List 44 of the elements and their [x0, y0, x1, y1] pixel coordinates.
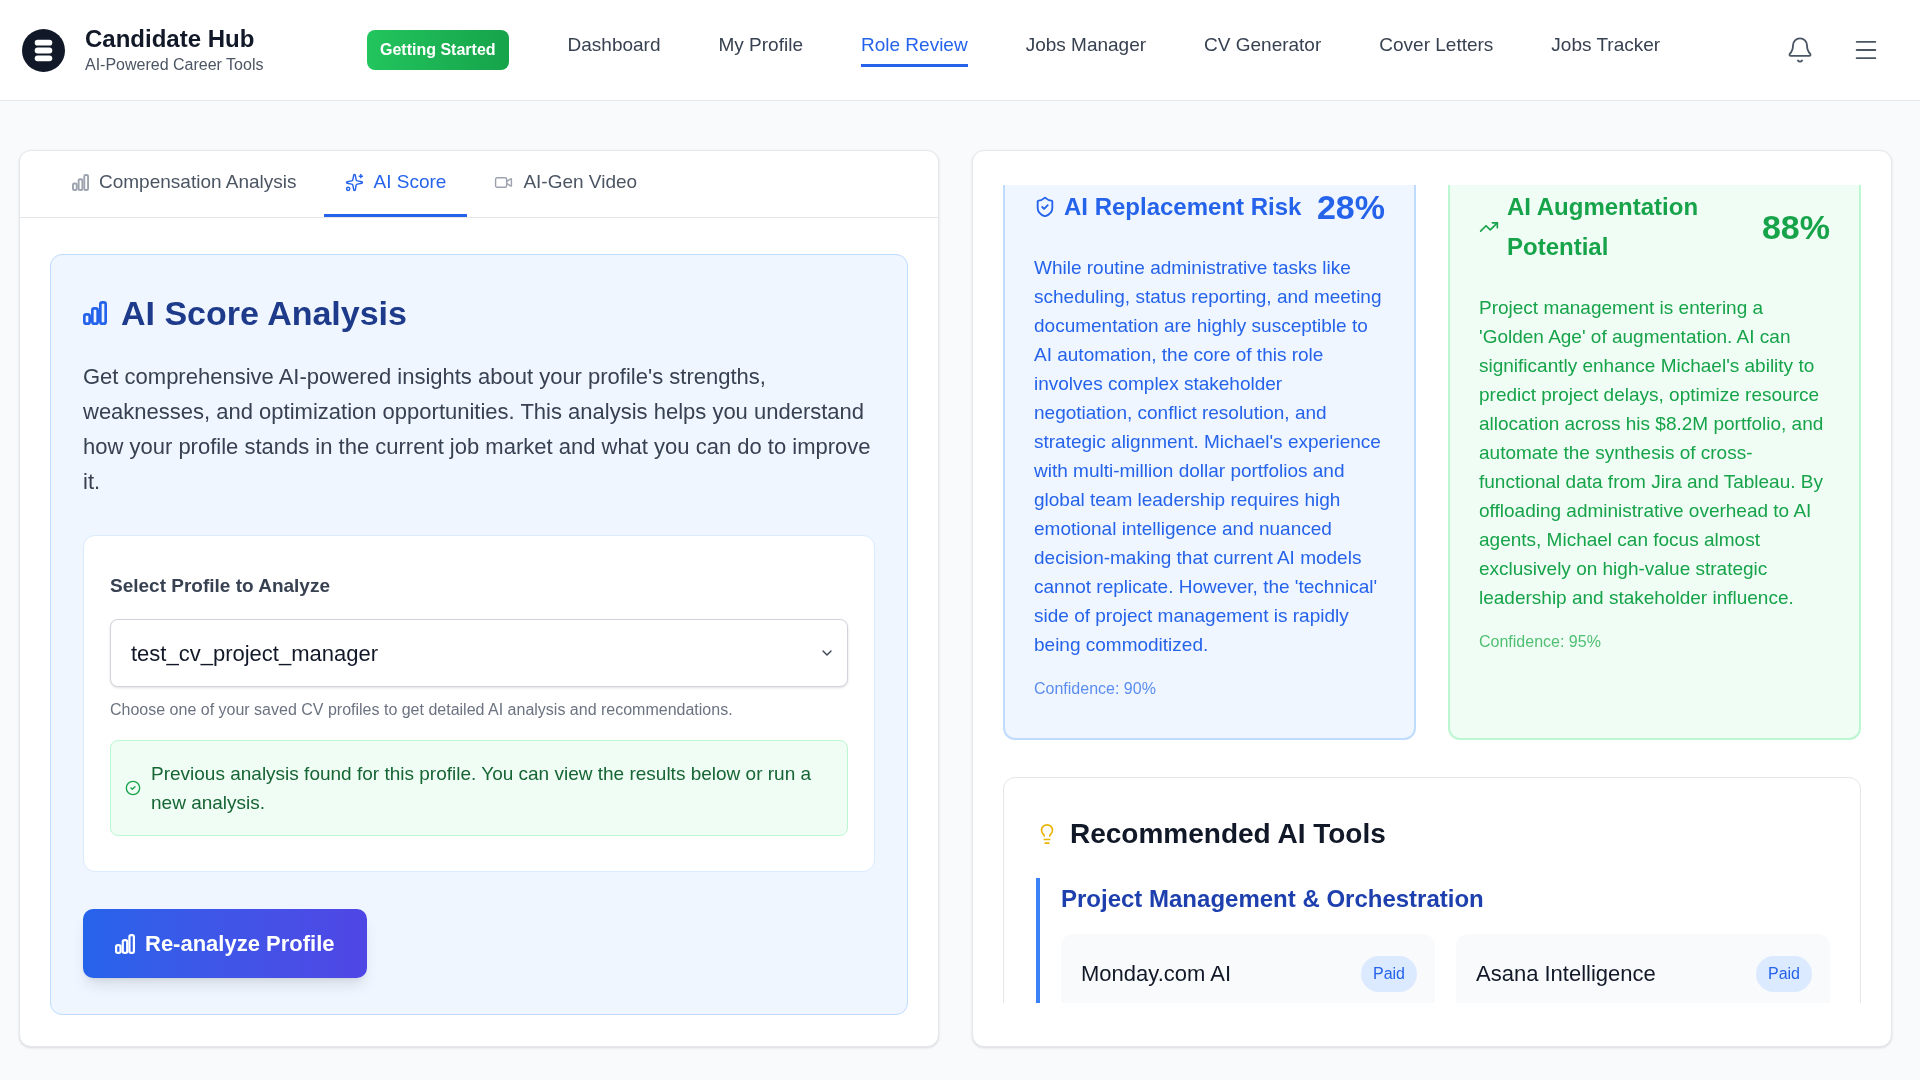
- tab[interactable]: Compensation Analysis: [51, 151, 318, 217]
- score-value: 88%: [1761, 207, 1830, 247]
- logo-icon: [22, 28, 65, 72]
- tool-card[interactable]: Monday.com AI Paid: [1061, 934, 1435, 1003]
- pricing-badge: Paid: [1755, 956, 1812, 992]
- notice-text: Previous analysis found for this profile. You can view the results below or run a new analysis.: [151, 762, 813, 815]
- nav-link[interactable]: Jobs Manager: [1025, 33, 1147, 67]
- tool-name: Asana Intelligence: [1476, 960, 1656, 988]
- nav-link[interactable]: My Profile: [718, 33, 803, 67]
- bar-chart-icon: [72, 174, 89, 191]
- tool-name: Monday.com AI: [1081, 960, 1231, 988]
- nav-link[interactable]: Role Review: [861, 33, 968, 67]
- profile-select[interactable]: test_cv_project_manager: [110, 619, 848, 687]
- confidence-text: Confidence: 95%: [1479, 632, 1602, 652]
- nav-link[interactable]: Jobs Tracker: [1551, 33, 1661, 67]
- bell-icon: [1786, 36, 1814, 64]
- category-title: Project Management & Orchestration: [1061, 884, 1485, 914]
- sparkles-icon: [344, 173, 364, 192]
- reanalyze-button[interactable]: Re-analyze Profile: [83, 909, 367, 978]
- brand-subtitle: AI-Powered Career Tools: [85, 55, 265, 75]
- tool-card[interactable]: Asana Intelligence Paid: [1456, 934, 1830, 1003]
- score-card-description: While routine administrative tasks like scheduling, status reporting, and meeting documentation are highly susceptible to AI automation, the core of this role involves complex stakeholder negotiation, conflict resolution, and strategic alignment. Michael's experience with multi-million dollar portfolios and global team leadership requires high emotional intelligence and nuanced decision-making that current AI models cannot replicate. However, the 'technical' side of project management is rapidly being commoditized.: [1034, 256, 1383, 657]
- pricing-badge: Paid: [1360, 956, 1417, 992]
- brand-title: Candidate Hub: [85, 25, 256, 53]
- shield-check-icon: [1034, 196, 1056, 218]
- nav-link[interactable]: Cover Letters: [1379, 33, 1494, 67]
- tab[interactable]: AI Score: [323, 151, 468, 217]
- score-card-title: AI Replacement Risk: [1064, 192, 1303, 222]
- analysis-description: Get comprehensive AI-powered insights about your profile's strengths, weaknesses, and optimization opportunities. This analysis helps you understand how your profile stands in the current job market and what you can do to improve it.: [83, 363, 872, 496]
- notifications-button[interactable]: [1786, 36, 1814, 64]
- score-card-title: AI Augmentation Potential: [1507, 192, 1700, 262]
- bar-chart-icon: [115, 933, 135, 954]
- bar-chart-icon: [83, 301, 107, 325]
- nav-link[interactable]: Dashboard: [567, 33, 661, 67]
- select-hint: Choose one of your saved CV profiles to get detailed AI analysis and recommendations.: [110, 700, 734, 720]
- score-value: 28%: [1316, 187, 1385, 227]
- tools-title: Recommended AI Tools: [1070, 817, 1386, 851]
- nav-link[interactable]: CV Generator: [1204, 33, 1322, 67]
- confidence-text: Confidence: 90%: [1034, 679, 1157, 699]
- check-circle-icon: [125, 780, 141, 796]
- select-label: Select Profile to Analyze: [110, 574, 331, 598]
- tab[interactable]: AI-Gen Video: [473, 151, 659, 217]
- analysis-title: AI Score Analysis: [121, 293, 407, 333]
- score-card-description: Project management is entering a 'Golden Age' of augmentation. AI can significantly enhance Michael's ability to predict project delays, optimize resource allocation across his $8.2M portfolio, and automate the synthesis of cross-functional data from Jira and Tableau. By offloading administrative overhead to AI agents, Michael can focus almost exclusively on high-value strategic leadership and stakeholder influence.: [1479, 296, 1825, 610]
